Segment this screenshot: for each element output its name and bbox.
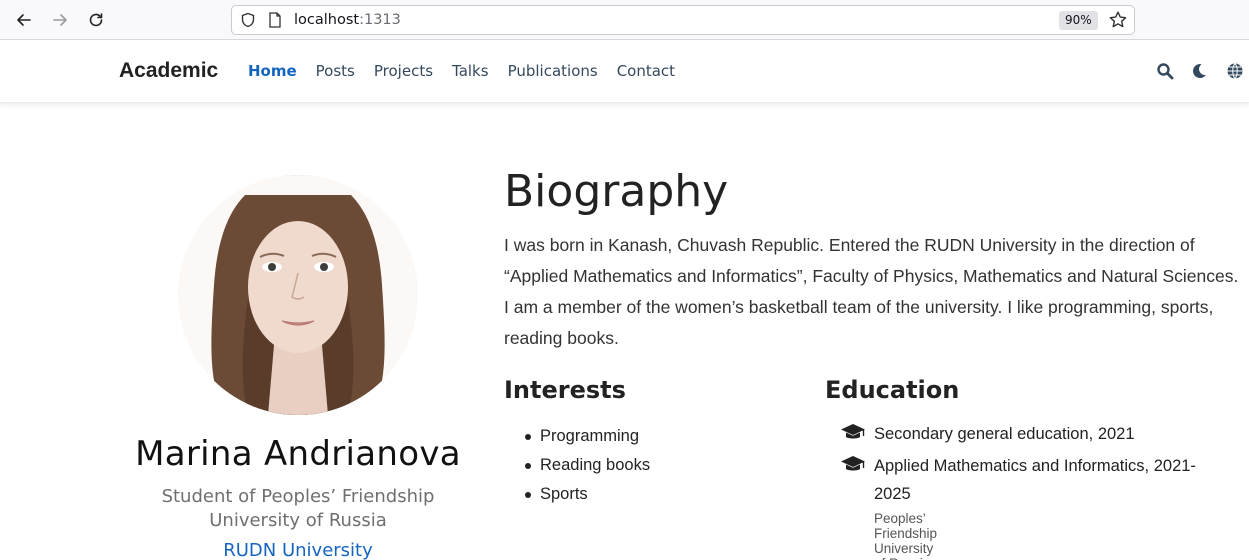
reload-icon[interactable] (84, 8, 108, 32)
menu-item-home[interactable]: Home (248, 62, 297, 80)
profile-role: Student of Peoples’ Friendship Universit… (161, 486, 435, 531)
bookmark-star-icon[interactable] (1108, 10, 1128, 30)
list-item: Reading books (524, 451, 650, 480)
address-bar[interactable]: localhost:1313 90% (231, 5, 1135, 35)
site-brand[interactable]: Academic (119, 59, 218, 83)
back-arrow-icon[interactable] (12, 8, 36, 32)
shield-icon[interactable] (240, 12, 256, 28)
biography-heading: Biography (504, 166, 729, 217)
menu-item-posts[interactable]: Posts (316, 62, 355, 80)
education-course: Secondary general education, 2021 (874, 425, 1135, 443)
avatar (178, 175, 418, 415)
menu-item-talks[interactable]: Talks (452, 62, 489, 80)
biography-text: I was born in Kanash, Chuvash Republic. … (504, 235, 1239, 348)
moon-icon[interactable] (1190, 62, 1208, 80)
main-menu: Home Posts Projects Talks Publications C… (248, 62, 694, 80)
url-text: localhost:1313 (294, 12, 401, 28)
browser-toolbar: localhost:1313 90% (0, 0, 1249, 40)
menu-item-projects[interactable]: Projects (374, 62, 433, 80)
graduation-cap-icon (841, 424, 865, 439)
profile-name: Marina Andrianova (135, 434, 461, 474)
zoom-level-badge[interactable]: 90% (1059, 11, 1098, 30)
globe-icon[interactable] (1226, 62, 1244, 80)
forward-arrow-icon[interactable] (48, 8, 72, 32)
profile-organization-link[interactable]: RUDN University (130, 540, 466, 560)
list-item: Sports (524, 480, 650, 509)
education-heading: Education (825, 376, 960, 404)
interests-list: Programming Reading books Sports (524, 422, 650, 509)
menu-item-contact[interactable]: Contact (617, 62, 675, 80)
education-course: Applied Mathematics and Informatics, 202… (874, 457, 1196, 503)
graduation-cap-icon (841, 456, 865, 471)
site-navbar: Academic Home Posts Projects Talks Publi… (0, 41, 1249, 103)
interests-heading: Interests (504, 376, 626, 404)
menu-item-publications[interactable]: Publications (508, 62, 598, 80)
education-institution: Peoples’ Friendship University of Russia (874, 511, 938, 560)
list-item: Programming (524, 422, 650, 451)
page-icon (269, 12, 281, 28)
search-icon[interactable] (1156, 62, 1174, 80)
